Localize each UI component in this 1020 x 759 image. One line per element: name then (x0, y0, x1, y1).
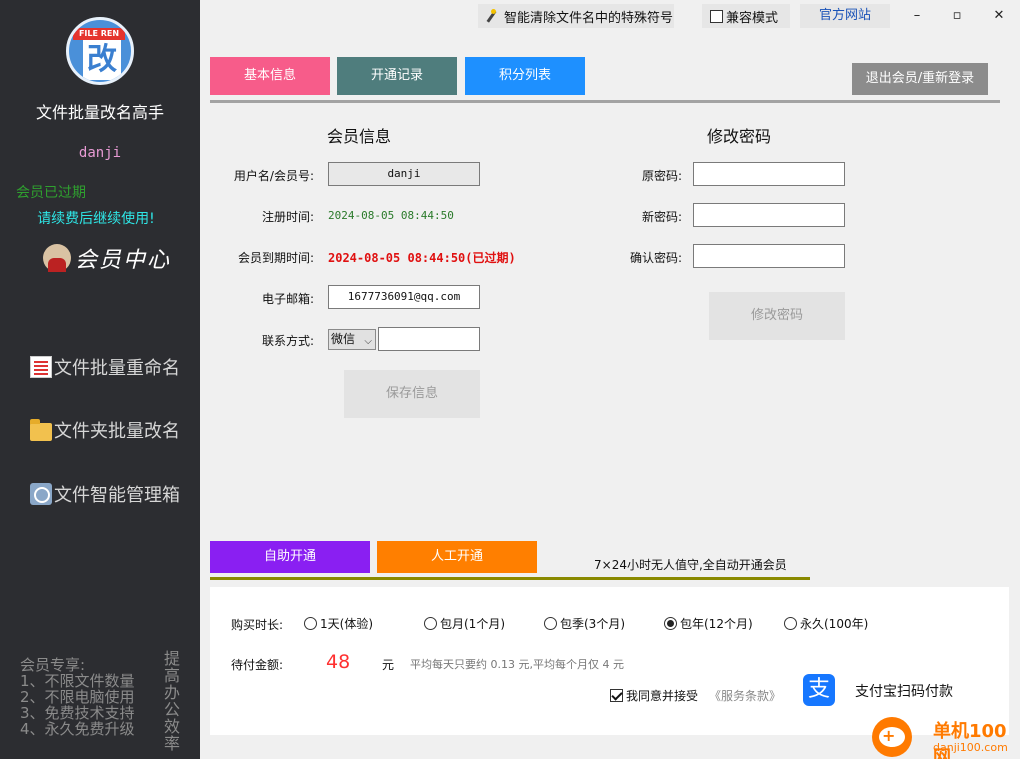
change-password-title: 修改密码 (707, 127, 772, 146)
new-password-label: 新密码: (641, 210, 682, 224)
checkbox-box[interactable] (710, 9, 723, 23)
membership-status: 会员已过期 (16, 185, 86, 201)
duration-option-quarterly[interactable]: 包季(3个月) (544, 615, 625, 632)
tab-basic-info[interactable]: 基本信息 (210, 57, 330, 95)
compat-mode-label: 兼容模式 (726, 10, 779, 26)
compat-mode-checkbox[interactable]: 兼容模式 (702, 4, 790, 28)
document-icon (30, 356, 52, 378)
maximize-button[interactable]: ▫ (942, 4, 972, 28)
tab-self-service[interactable]: 自助开通 (210, 541, 370, 573)
folder-icon (30, 419, 52, 441)
change-password-button[interactable]: 修改密码 (709, 292, 845, 340)
chevron-down-icon: ⌵ (364, 336, 372, 347)
auto-activation-hint: 7×24小时无人值守,全自动开通会员 (594, 558, 787, 572)
option-label: 永久(100年) (800, 617, 869, 631)
amount-label: 待付金额: (231, 658, 284, 672)
perk-line: 4、永久免费升级 (20, 720, 135, 738)
app-title: 文件批量改名高手 (35, 103, 164, 122)
agree-label: 我同意并接受 (626, 689, 699, 703)
renew-hint: 请续费后继续使用! (37, 211, 155, 227)
terms-of-service-link[interactable]: 《服务条款》 (709, 687, 781, 704)
nav-label: 文件批量重命名 (54, 358, 180, 379)
magic-wand-icon (484, 9, 498, 23)
logo-ribbon-text: FILE REN (73, 28, 125, 40)
nav-batch-rename-files[interactable]: 文件批量重命名 (30, 352, 180, 382)
old-password-label: 原密码: (641, 169, 682, 183)
average-price-text: 平均每天只要约 0.13 元,平均每个月仅 4 元 (410, 658, 624, 671)
duration-option-1day[interactable]: 1天(体验) (304, 615, 373, 632)
logout-relogin-button[interactable]: 退出会员/重新登录 (852, 63, 988, 95)
email-field[interactable]: 1677736091@qq.com (328, 285, 480, 309)
new-password-field[interactable] (693, 203, 845, 227)
duration-option-yearly[interactable]: 包年(12个月) (664, 615, 753, 632)
nav-label: 文件夹批量改名 (54, 421, 180, 442)
currency-label: 元 (382, 658, 395, 672)
expiry-time-value: 2024-08-05 08:44:50(已过期) (328, 251, 516, 265)
option-label: 包月(1个月) (440, 617, 505, 631)
contact-label: 联系方式: (261, 334, 314, 348)
radio-button-checked[interactable] (664, 617, 677, 630)
watermark-url: danji100.com (933, 741, 1008, 754)
option-label: 包年(12个月) (680, 617, 753, 631)
perk-line: 1、不限文件数量 (20, 672, 135, 690)
member-perks: 会员专享: 1、不限文件数量 2、不限电脑使用 3、免费技术支持 4、永久免费升… (20, 657, 135, 737)
tab-divider (210, 100, 1000, 103)
checkbox-box-checked[interactable] (610, 689, 623, 702)
save-info-button[interactable]: 保存信息 (344, 370, 480, 418)
duration-option-lifetime[interactable]: 永久(100年) (784, 615, 868, 632)
duration-option-monthly[interactable]: 包月(1个月) (424, 615, 505, 632)
clean-special-chars-label: 智能清除文件名中的特殊符号 (504, 10, 674, 26)
expiry-time-label: 会员到期时间: (237, 251, 314, 265)
alipay-icon[interactable]: 支 (803, 674, 835, 706)
nav-label: 文件智能管理箱 (54, 485, 180, 506)
watermark-logo-icon (872, 717, 912, 757)
option-label: 1天(体验) (320, 617, 373, 631)
official-site-link[interactable]: 官方网站 (800, 4, 890, 28)
confirm-password-label: 确认密码: (629, 251, 682, 265)
old-password-field[interactable] (693, 162, 845, 186)
user-avatar-icon (43, 244, 71, 272)
tab-manual-service[interactable]: 人工开通 (377, 541, 537, 573)
member-center-link[interactable]: 会员中心 (43, 242, 171, 274)
contact-field[interactable] (378, 327, 480, 351)
payment-divider (210, 577, 810, 580)
member-center-label: 会员中心 (75, 248, 172, 273)
sidebar: FILE REN 改 文件批量改名高手 danji 会员已过期 请续费后继续使用… (0, 0, 200, 759)
confirm-password-field[interactable] (693, 244, 845, 268)
minimize-button[interactable]: – (902, 4, 932, 28)
tab-activation-records[interactable]: 开通记录 (337, 57, 457, 95)
radio-button[interactable] (544, 617, 557, 630)
option-label: 包季(3个月) (560, 617, 625, 631)
radio-button[interactable] (784, 617, 797, 630)
contact-type-select[interactable]: 微信 ⌵ (328, 329, 376, 350)
register-time-value: 2024-08-05 08:44:50 (328, 209, 454, 222)
amount-value: 48 (326, 651, 351, 673)
email-label: 电子邮箱: (261, 292, 314, 306)
nav-batch-rename-folders[interactable]: 文件夹批量改名 (30, 415, 180, 445)
slogan-vertical: 提高办公效率 (164, 649, 181, 753)
logo-glyph: 改 (83, 40, 121, 80)
perk-line: 2、不限电脑使用 (20, 688, 135, 706)
duration-label: 购买时长: (231, 618, 284, 632)
register-time-label: 注册时间: (261, 210, 314, 224)
member-info-title: 会员信息 (327, 127, 392, 146)
close-button[interactable]: ✕ (984, 4, 1014, 28)
app-logo: FILE REN 改 (66, 17, 134, 85)
toolbox-icon (30, 483, 52, 505)
tab-points-list[interactable]: 积分列表 (465, 57, 585, 95)
radio-button[interactable] (304, 617, 317, 630)
alipay-pay-button[interactable]: 支付宝扫码付款 (855, 681, 953, 701)
nav-smart-file-toolbox[interactable]: 文件智能管理箱 (30, 479, 180, 509)
clean-special-chars-button[interactable]: 智能清除文件名中的特殊符号 (478, 4, 674, 28)
contact-type-value: 微信 (331, 332, 356, 346)
sidebar-username: danji (78, 145, 122, 161)
username-label: 用户名/会员号: (233, 169, 314, 183)
perk-line: 会员专享: (20, 656, 86, 674)
agree-terms-checkbox[interactable]: 我同意并接受 (610, 687, 698, 704)
perk-line: 3、免费技术支持 (20, 704, 135, 722)
username-field: danji (328, 162, 480, 186)
radio-button[interactable] (424, 617, 437, 630)
